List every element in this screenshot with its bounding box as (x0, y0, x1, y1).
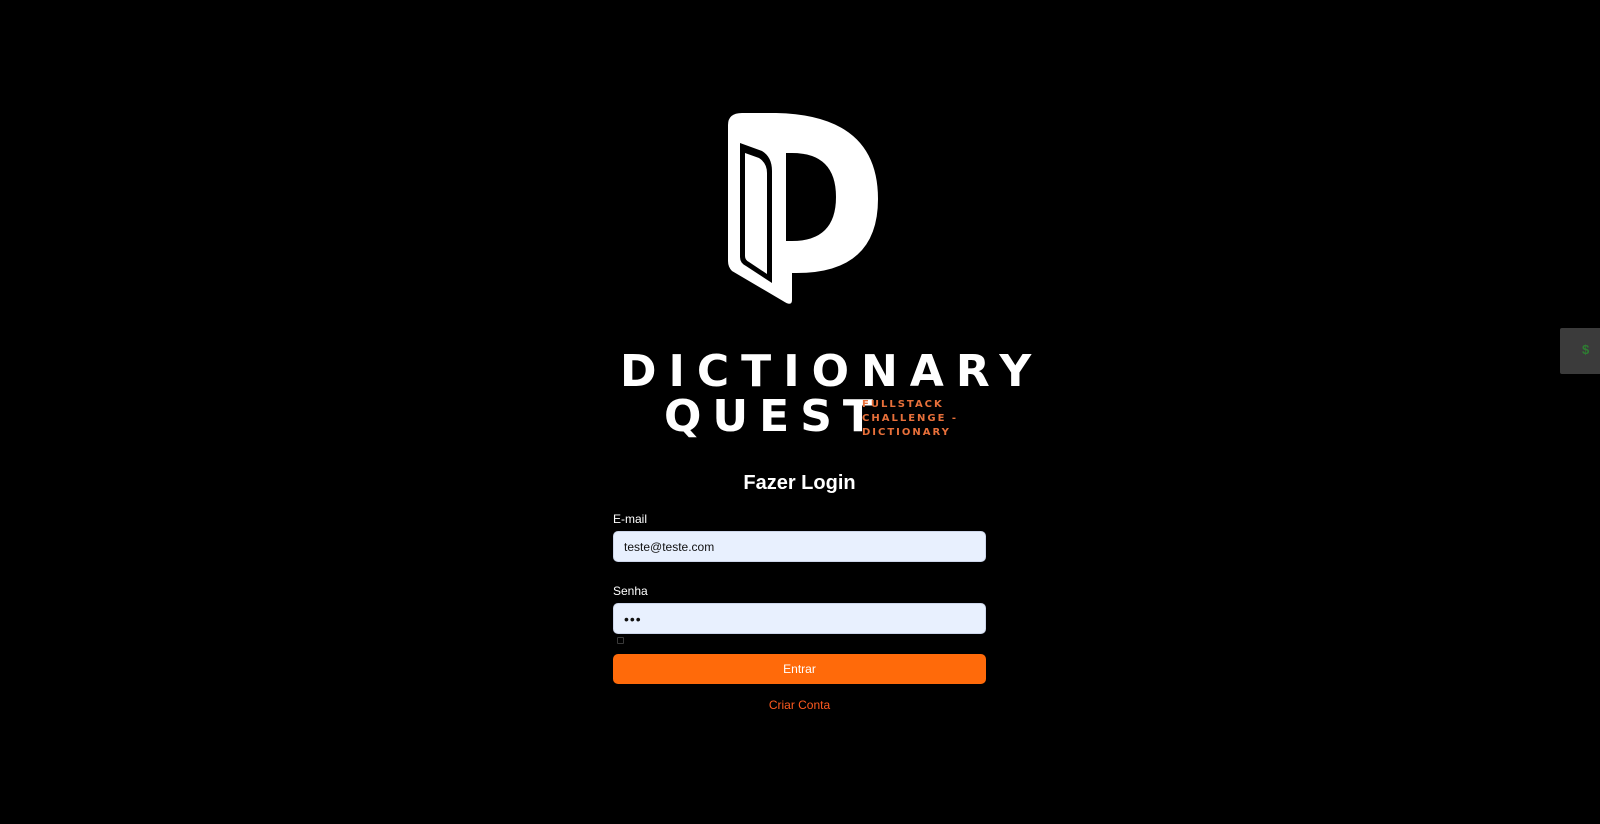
logo-tagline-line1: FULLSTACK (862, 399, 944, 410)
logo-wordmark: DICTIONARY QUEST FULLSTACK CHALLENGE - D… (620, 350, 1031, 445)
logo-tagline: FULLSTACK CHALLENGE - DICTIONARY (862, 398, 972, 440)
password-field[interactable] (613, 603, 986, 634)
logo-title-line1: DICTIONARY (620, 346, 1044, 397)
login-button[interactable]: Entrar (613, 654, 986, 684)
password-label: Senha (613, 584, 648, 598)
small-square-icon (617, 637, 624, 644)
create-account-link[interactable]: Criar Conta (613, 698, 986, 712)
side-tab[interactable]: $ (1560, 328, 1600, 374)
logo-tagline-line3: DICTIONARY (862, 427, 951, 438)
logo-title-line2: QUEST (664, 391, 884, 442)
email-label: E-mail (613, 512, 648, 526)
logo-icon (728, 113, 878, 304)
dollar-icon: $ (1582, 342, 1590, 357)
logo-tagline-line2: CHALLENGE - (862, 413, 959, 424)
email-field[interactable] (613, 531, 986, 562)
login-heading: Fazer Login (743, 472, 856, 494)
